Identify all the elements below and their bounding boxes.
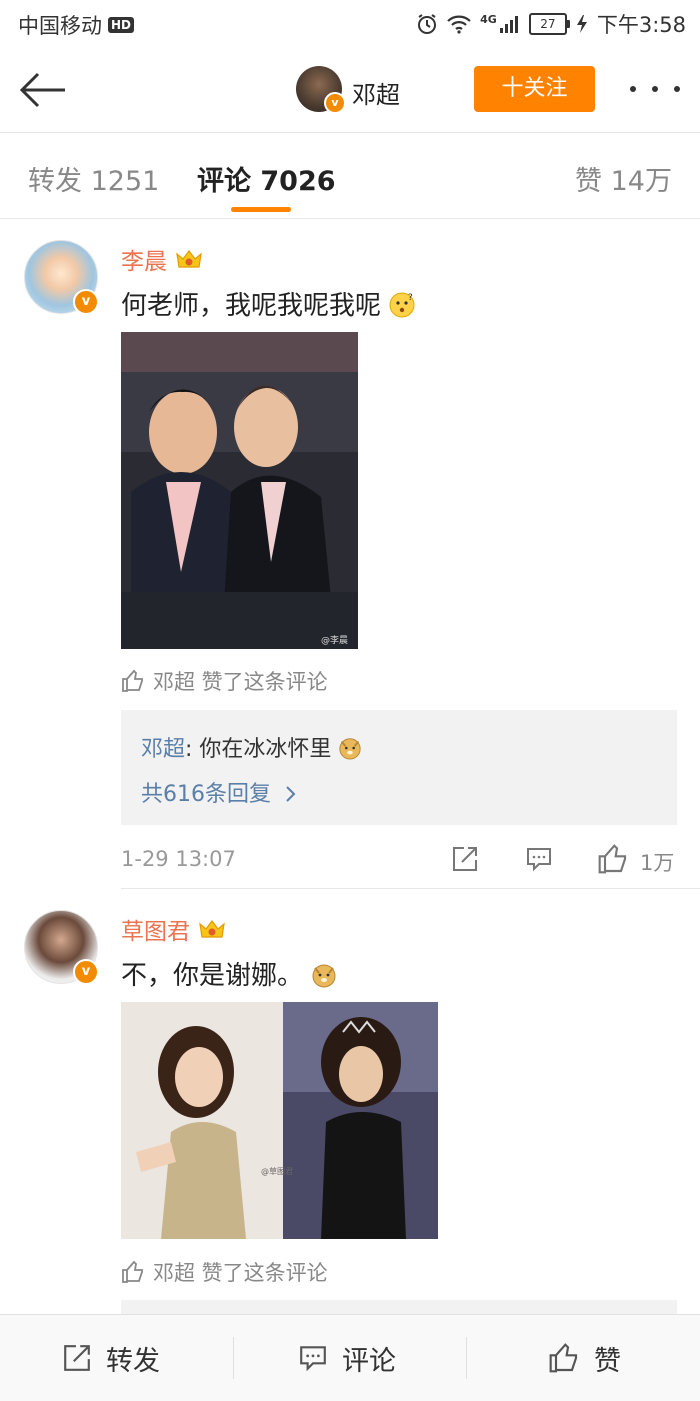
verified-badge-icon: v [73,289,99,315]
author-avatar[interactable]: v [296,66,346,114]
member-crown-icon [176,250,202,268]
comment-text: 何老师，我呢我呢我呢 ? [121,285,415,322]
view-replies-link[interactable]: 共616条回复 [141,776,298,808]
doge-emoji-icon [339,738,362,760]
comment-photo[interactable]: @李晨 [121,332,358,649]
svg-text:?: ? [408,293,413,303]
carrier-label: 中国移动 [18,14,102,38]
comment-body: 不，你是谢娜。 [121,961,304,991]
comment-icon[interactable] [525,845,553,873]
comment-icon [300,1346,326,1372]
liked-by-text: 邓超 赞了这条评论 [153,1261,328,1285]
liked-by-author: 邓超 赞了这条评论 [121,666,328,696]
back-arrow-icon[interactable] [18,70,68,110]
comment-timestamp: 1-29 13:07 [121,847,236,871]
comment-username-text[interactable]: 草图君 [121,912,190,946]
doge-emoji-icon [312,964,336,988]
thumbs-up-icon[interactable] [597,843,629,875]
repost-button[interactable]: 转发 [62,1315,160,1401]
repost-icon [64,1345,90,1371]
tab-comments[interactable]: 评论 7026 [197,159,336,198]
member-crown-icon [199,920,225,938]
signal-icon [499,16,518,33]
comment-like-count: 1万 [640,851,675,875]
repost-label[interactable]: 转发 [106,1339,160,1378]
comment-item: v 草图君 不，你是谢娜。 @草图君 邓超 赞了这条评论 [0,890,700,1314]
follow-button[interactable]: 十关注 [474,66,595,112]
charging-icon [576,15,587,33]
reply-preview[interactable] [121,1300,677,1314]
photo-watermark: @李晨 [321,634,348,646]
verified-badge-icon: v [324,92,346,114]
bottom-divider [233,1337,234,1379]
comment-photo[interactable]: @草图君 [121,1002,438,1239]
more-options-icon[interactable] [630,76,680,102]
bottom-action-bar: 转发 评论 赞 [0,1314,700,1401]
comment-username[interactable]: 李晨 [121,242,203,276]
like-button[interactable]: 赞 [548,1315,621,1401]
comment-username[interactable]: 草图君 [121,912,226,946]
hd-badge: HD [108,17,135,33]
top-nav-bar: v 邓超 十关注 [0,48,700,133]
comment-body: 何老师，我呢我呢我呢 [121,291,382,321]
reply-preview[interactable]: 邓超: 你在冰冰怀里 共616条回复 [121,710,677,825]
comment-text: 不，你是谢娜。 [121,955,337,992]
avatar[interactable]: v [24,910,99,985]
reply-count-text[interactable]: 共616条回复 [141,782,271,807]
tab-repost[interactable]: 转发 1251 [28,159,159,198]
active-tab-indicator [231,207,291,212]
share-icon[interactable] [451,845,479,873]
status-bar: 中国移动 HD 4G 27 下午3:58 [0,0,700,48]
thumbs-up-icon [122,1260,143,1283]
liked-by-text: 邓超 赞了这条评论 [153,670,328,694]
reply-username[interactable]: 邓超 [141,737,185,762]
thumbs-up-icon [549,1343,578,1373]
thumbs-up-icon [122,669,143,692]
comment-username-text[interactable]: 李晨 [121,242,167,276]
avatar[interactable]: v [24,240,99,315]
interaction-tabs: 转发 1251 评论 7026 赞 14万 [0,133,700,219]
verified-badge-icon: v [73,959,99,985]
thinking-emoji-icon: ? [389,292,415,318]
battery-icon: 27 [528,13,570,35]
liked-by-author: 邓超 赞了这条评论 [121,1257,328,1287]
comment-item: v 李晨 何老师，我呢我呢我呢 ? @李晨 邓超 赞了这条评论 邓超: 你在冰冰… [0,219,700,889]
photo-watermark: @草图君 [261,1166,293,1176]
reply-text: : 你在冰冰怀里 [185,737,332,762]
wifi-icon [447,15,471,34]
author-name[interactable]: 邓超 [352,75,400,110]
reply-line: 邓超: 你在冰冰怀里 [141,731,362,763]
chevron-right-icon [286,786,296,802]
clock: 下午3:58 [596,13,686,37]
comment-label[interactable]: 评论 [342,1339,396,1378]
network-type: 4G [480,12,497,26]
bottom-divider [466,1337,467,1379]
tab-likes[interactable]: 赞 14万 [575,159,672,198]
comment-divider [121,888,700,889]
like-label[interactable]: 赞 [594,1339,621,1378]
alarm-icon [418,14,437,34]
comment-button[interactable]: 评论 [298,1315,396,1401]
